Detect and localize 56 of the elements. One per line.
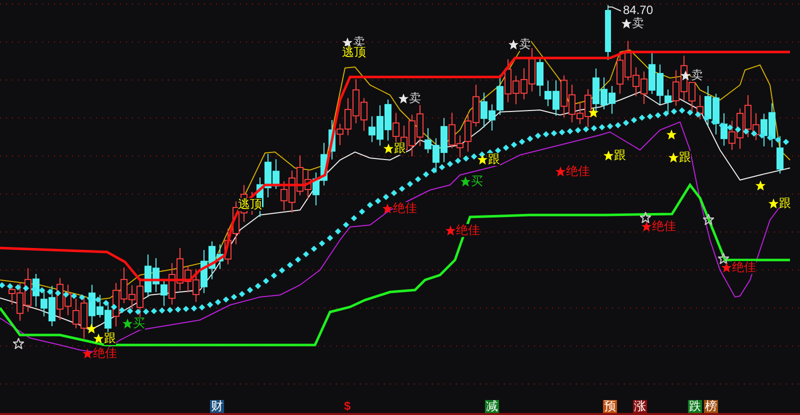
- star-icon: [768, 198, 779, 209]
- star-icon: [477, 154, 488, 165]
- star-icon: [668, 152, 679, 163]
- star-icon: [13, 338, 24, 349]
- star-icon: [666, 129, 677, 140]
- star-icon: [342, 37, 353, 48]
- star-icon: [703, 214, 714, 225]
- star-icon: [82, 348, 93, 359]
- star-icon: [718, 253, 729, 264]
- star-icon: [641, 221, 652, 232]
- star-icon: [640, 212, 651, 223]
- signal-label: 跟: [614, 149, 626, 162]
- signal-label: 跟: [679, 151, 691, 164]
- signal-label: 绝佳: [456, 224, 480, 237]
- signal-label: 卖: [691, 69, 703, 82]
- star-icon: [555, 166, 566, 177]
- star-icon: [383, 143, 394, 154]
- indicator-tag: 预: [603, 400, 617, 413]
- star-icon: [603, 150, 614, 161]
- signal-label: 跟: [488, 153, 500, 166]
- signal-label: 绝佳: [93, 347, 117, 360]
- star-icon: [93, 333, 104, 344]
- star-icon: [460, 176, 471, 187]
- star-icon: [588, 107, 599, 118]
- leader-line: [608, 6, 622, 12]
- signal-label: 卖: [409, 92, 421, 105]
- star-icon: [86, 323, 97, 334]
- signal-label: 绝佳: [566, 165, 590, 178]
- signal-label: 绝佳: [732, 261, 756, 274]
- indicator-tag: 涨: [633, 400, 647, 413]
- signal-label: 跟: [779, 197, 791, 210]
- indicator-tag: 榜: [704, 400, 718, 413]
- indicator-tag: $: [343, 400, 352, 413]
- indicator-tag: 财: [210, 400, 224, 413]
- star-icon: [721, 262, 732, 273]
- star-icon: [398, 93, 409, 104]
- star-icon: [621, 18, 632, 29]
- star-icon: [445, 225, 456, 236]
- signal-label: 绝佳: [652, 220, 676, 233]
- star-icon: [508, 39, 519, 50]
- signal-label: 跟: [104, 332, 116, 345]
- signal-label: 绝佳: [393, 202, 417, 215]
- signal-label: 买: [471, 175, 483, 188]
- signal-label: 卖: [632, 17, 644, 30]
- signal-label: 买: [133, 317, 145, 330]
- star-icon: [755, 180, 766, 191]
- signal-label: 卖: [519, 38, 531, 51]
- indicator-tag: 跌: [688, 400, 702, 413]
- signal-label: 跟: [394, 142, 406, 155]
- price-label: 84.70: [623, 3, 654, 17]
- star-icon: [122, 318, 133, 329]
- signal-label: 逃顶: [342, 46, 366, 59]
- signal-label: 逃顶: [238, 198, 262, 211]
- star-icon: [680, 70, 691, 81]
- star-icon: [382, 203, 393, 214]
- indicator-tag: 减: [485, 400, 499, 413]
